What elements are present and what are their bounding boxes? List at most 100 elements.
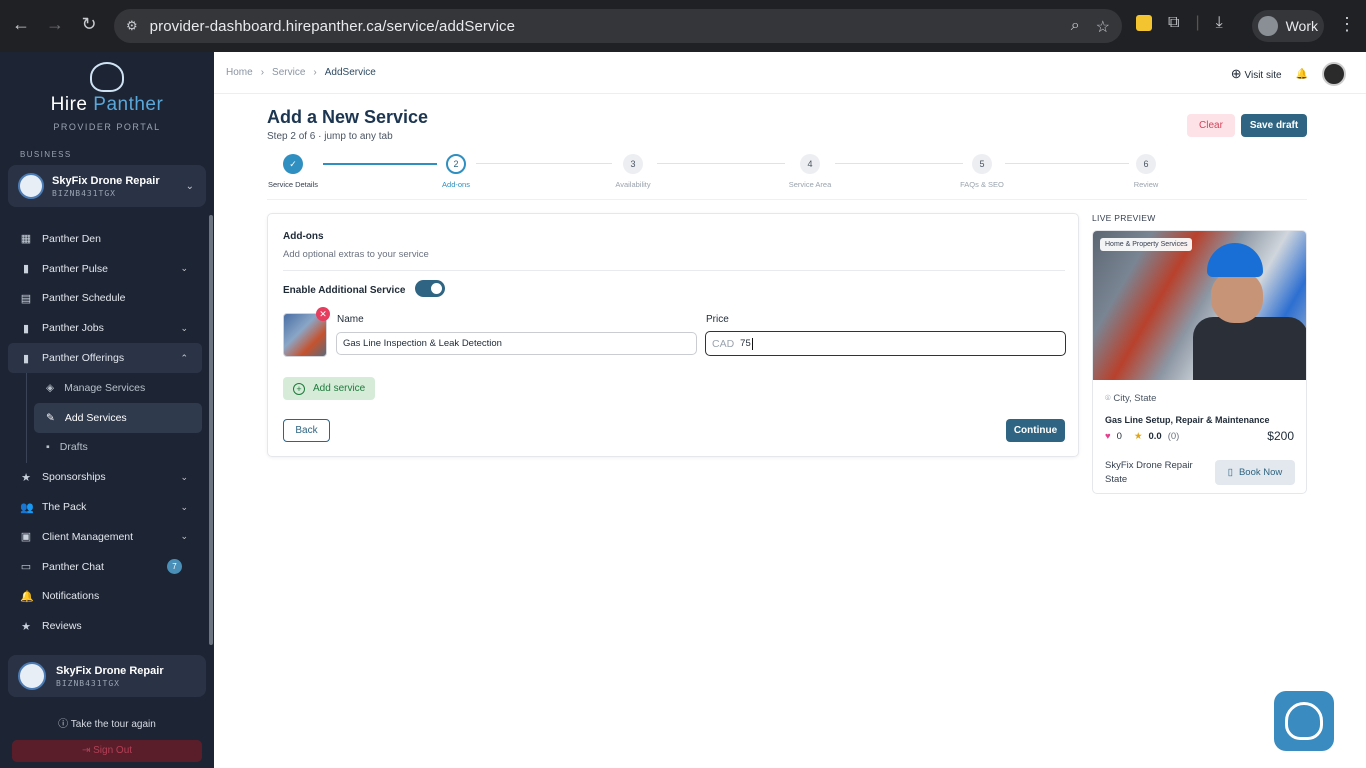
- account-avatar[interactable]: [1322, 62, 1346, 86]
- business-switcher[interactable]: SkyFix Drone Repair BIZNB431TGX ⌄: [8, 165, 206, 207]
- profile-avatar: [1258, 16, 1278, 36]
- extensions-puzzle-icon[interactable]: ⧉: [1168, 14, 1179, 32]
- sidebar-item-the-pack[interactable]: 👥 The Pack ⌄: [0, 492, 214, 522]
- step-review[interactable]: 6 Review: [1122, 154, 1170, 189]
- offerings-submenu: ◈ Manage Services ✎ Add Services ▪ Draft…: [0, 372, 214, 464]
- sidebar-item-panther-chat[interactable]: ▭ Panther Chat 7: [0, 552, 214, 582]
- toggle-label: Enable Additional Service: [283, 285, 406, 296]
- bell-icon: 🔔: [20, 590, 34, 603]
- sidebar-item-label: Reviews: [42, 620, 82, 633]
- user-avatar: [18, 662, 46, 690]
- map-pin-icon: ⌾: [1105, 393, 1111, 404]
- sidebar-item-label: Panther Schedule: [42, 292, 126, 305]
- divider: [283, 270, 1065, 271]
- help-circle-icon: ⓘ: [58, 719, 69, 730]
- sidebar-item-panther-jobs[interactable]: ▮ Panther Jobs ⌄: [0, 313, 214, 343]
- preview-location: ⌾ City, State: [1105, 393, 1157, 404]
- grid-icon: ▦: [20, 233, 32, 246]
- forward-arrow-icon[interactable]: →: [38, 14, 72, 35]
- sidebar: Hire Panther PROVIDER PORTAL BUSINESS Sk…: [0, 52, 214, 768]
- panther-logo-icon: [90, 62, 124, 92]
- calendar-icon: ▤: [20, 292, 32, 305]
- stepper: ✓ Service Details 2 Add-ons 3 Availabili…: [267, 152, 1307, 200]
- chevron-down-icon: ⌄: [185, 180, 194, 192]
- extension-icon[interactable]: [1136, 15, 1152, 31]
- save-draft-button[interactable]: Save draft: [1241, 114, 1307, 137]
- bar-chart-icon: ▮: [22, 263, 30, 276]
- card-title: Add-ons: [283, 231, 324, 242]
- draft-icon: ▪: [46, 441, 50, 454]
- chevron-down-icon: ⌄: [180, 471, 188, 482]
- assistant-fab-button[interactable]: [1274, 691, 1334, 751]
- addon-price-input[interactable]: CAD 75: [705, 331, 1066, 356]
- sidebar-item-drafts[interactable]: ▪ Drafts: [0, 433, 214, 463]
- live-preview-card: Home & Property Services ⌾ City, State G…: [1092, 230, 1307, 494]
- sidebar-item-label: The Pack: [42, 501, 87, 514]
- sidebar-scrollbar[interactable]: [209, 215, 213, 645]
- browser-menu-icon[interactable]: ⋮: [1338, 14, 1356, 35]
- download-icon[interactable]: ⤓: [1216, 14, 1223, 32]
- step-add-ons[interactable]: 2 Add-ons: [431, 154, 481, 189]
- browser-toolbar: ← → ↻ ⚙ provider-dashboard.hirepanther.c…: [0, 0, 1366, 52]
- brand[interactable]: Hire Panther PROVIDER PORTAL: [0, 62, 214, 132]
- continue-button[interactable]: Continue: [1006, 419, 1065, 442]
- preview-title: Gas Line Setup, Repair & Maintenance: [1105, 415, 1270, 425]
- breadcrumb-home[interactable]: Home: [226, 67, 253, 78]
- step-connector: [476, 163, 612, 164]
- address-bar[interactable]: ⚙ provider-dashboard.hirepanther.ca/serv…: [114, 9, 1122, 43]
- step-service-details[interactable]: ✓ Service Details: [265, 154, 321, 189]
- sidebar-item-label: Add Services: [64, 411, 127, 424]
- book-now-button[interactable]: ▯ Book Now: [1215, 460, 1295, 485]
- live-preview-label: LIVE PREVIEW: [1092, 213, 1156, 223]
- preview-business: SkyFix Drone Repair State: [1105, 460, 1193, 485]
- remove-image-icon[interactable]: ✕: [316, 307, 330, 321]
- bookmark-star-icon[interactable]: ☆: [1096, 17, 1110, 37]
- sidebar-item-sponsorships[interactable]: ★ Sponsorships ⌄: [0, 462, 214, 492]
- enable-additional-service-toggle[interactable]: [415, 280, 445, 297]
- category-tag: Home & Property Services: [1100, 238, 1193, 251]
- business-avatar: [18, 173, 44, 199]
- breadcrumb-service[interactable]: Service: [272, 67, 305, 78]
- sidebar-item-manage-services[interactable]: ◈ Manage Services: [0, 373, 214, 403]
- sidebar-item-label: Sponsorships: [42, 471, 106, 484]
- profile-button[interactable]: Work: [1252, 10, 1324, 42]
- take-tour-link[interactable]: ⓘ Take the tour again: [0, 715, 214, 730]
- star-icon: ★: [21, 471, 31, 484]
- sidebar-item-label: Panther Chat: [42, 560, 104, 573]
- back-button[interactable]: Back: [283, 419, 330, 442]
- sidebar-item-client-management[interactable]: ▣ Client Management ⌄: [0, 522, 214, 552]
- chevron-down-icon: ⌄: [180, 263, 188, 274]
- add-service-button[interactable]: + Add service: [283, 377, 375, 400]
- preview-price: $200: [1267, 429, 1294, 443]
- step-faqs-seo[interactable]: 5 FAQs & SEO: [955, 154, 1009, 189]
- chat-icon: ▭: [20, 561, 32, 574]
- step-availability[interactable]: 3 Availability: [608, 154, 658, 189]
- back-arrow-icon[interactable]: ←: [4, 14, 38, 35]
- business-code: BIZNB431TGX: [52, 188, 116, 198]
- sidebar-item-panther-den[interactable]: ▦ Panther Den: [0, 224, 214, 254]
- sidebar-item-reviews[interactable]: ★ Reviews: [0, 611, 214, 641]
- sidebar-item-notifications[interactable]: 🔔 Notifications: [0, 582, 214, 612]
- toggle-knob: [431, 283, 442, 294]
- reload-icon[interactable]: ↻: [72, 14, 106, 35]
- sidebar-item-add-services[interactable]: ✎ Add Services: [34, 402, 202, 433]
- sidebar-item-panther-offerings[interactable]: ▮ Panther Offerings ⌃: [8, 343, 202, 373]
- page-title: Add a New Service: [267, 107, 429, 127]
- notification-bell-icon[interactable]: 🔔: [1296, 69, 1308, 80]
- sidebar-item-panther-schedule[interactable]: ▤ Panther Schedule: [0, 284, 214, 314]
- sign-out-button[interactable]: ⇥ Sign Out: [12, 740, 202, 762]
- addon-name-input[interactable]: Gas Line Inspection & Leak Detection: [336, 332, 697, 355]
- breadcrumb-separator: ›: [313, 67, 317, 78]
- globe-icon: ⊕: [1230, 66, 1242, 81]
- contact-card-icon: ▣: [20, 531, 32, 544]
- sidebar-item-panther-pulse[interactable]: ▮ Panther Pulse ⌄: [0, 254, 214, 284]
- clear-button[interactable]: Clear: [1187, 114, 1235, 137]
- site-settings-icon[interactable]: ⚙: [126, 18, 138, 34]
- zoom-icon[interactable]: ⌕: [1071, 17, 1080, 37]
- check-icon: ✓: [283, 154, 303, 174]
- visit-site-link[interactable]: ⊕ Visit site: [1231, 66, 1282, 82]
- step-service-area[interactable]: 4 Service Area: [780, 154, 840, 189]
- sidebar-item-label: Manage Services: [64, 381, 146, 394]
- sidebar-menu: ▦ Panther Den ▮ Panther Pulse ⌄ ▤ Panthe…: [0, 224, 214, 641]
- user-profile-card[interactable]: SkyFix Drone Repair BIZNB431TGX: [8, 655, 206, 697]
